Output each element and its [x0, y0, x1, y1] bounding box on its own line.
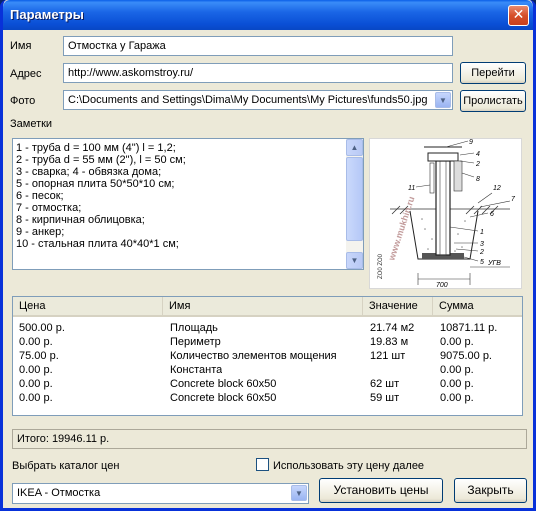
chevron-down-icon[interactable]: ▼ [291, 485, 307, 501]
cell-price: 0.00 р. [19, 392, 53, 404]
cell-name: Количество элементов мощения [170, 350, 337, 362]
drawing-label: 5 [480, 259, 484, 266]
cell-sum: 0.00 р. [440, 378, 474, 390]
cell-value: 121 шт [370, 350, 406, 362]
drawing-label: 11 [408, 185, 415, 192]
notes-line: 2 - труба d = 55 мм (2"), l = 50 см; [16, 154, 186, 166]
notes-textarea[interactable]: 1 - труба d = 100 мм (4") l = 1,2; 2 - тр… [12, 138, 364, 270]
drawing-label: 3 [480, 241, 484, 248]
drawing-label: УГВ [487, 260, 501, 267]
chevron-down-icon[interactable]: ▼ [435, 92, 451, 108]
drawing-label: 2 [475, 161, 480, 168]
notes-line: 10 - стальная плита 40*40*1 см; [16, 238, 179, 250]
catalog-label: Выбрать каталог цен [12, 460, 120, 472]
catalog-select[interactable]: IKEA - Отмостка ▼ [12, 483, 309, 504]
notes-label: Заметки [10, 118, 53, 130]
cell-name: Константа [170, 364, 223, 376]
browse-button[interactable]: Пролистать [460, 90, 526, 112]
close-icon[interactable]: ✕ [508, 5, 529, 26]
drawing-label: 700 [436, 282, 448, 288]
drawing-label: 1 [480, 229, 484, 236]
column-header-name[interactable]: Имя [163, 297, 363, 315]
scroll-up-icon[interactable]: ▲ [346, 139, 363, 156]
photo-path-value: C:\Documents and Settings\Dima\My Docume… [68, 94, 428, 106]
column-header-sum[interactable]: Сумма [433, 297, 522, 315]
table-row[interactable]: 0.00 р. Concrete block 60x50 59 шт 0.00 р. [13, 391, 522, 405]
notes-line: 5 - опорная плита 50*50*10 см; [16, 178, 175, 190]
price-table[interactable]: Цена Имя Значение Сумма 500.00 р. Площадь… [12, 296, 523, 416]
notes-line: 8 - кирпичная облицовка; [16, 214, 145, 226]
scroll-down-icon[interactable]: ▼ [346, 252, 363, 269]
notes-line: 6 - песок; [16, 190, 64, 202]
cell-price: 0.00 р. [19, 336, 53, 348]
cell-name: Concrete block 60x50 [170, 392, 277, 404]
cell-name: Concrete block 60x50 [170, 378, 277, 390]
window-title: Параметры [10, 7, 84, 22]
drawing-label: 12 [493, 185, 501, 192]
table-row[interactable]: 0.00 р. Константа 0.00 р. [13, 363, 522, 377]
cell-name: Площадь [170, 322, 218, 334]
notes-lines: 1 - труба d = 100 мм (4") l = 1,2; 2 - тр… [16, 142, 346, 250]
set-prices-button[interactable]: Установить цены [319, 478, 443, 503]
total-text: Итого: 19946.11 р. [12, 429, 527, 449]
title-bar: Параметры ✕ [3, 0, 533, 30]
use-price-checkbox[interactable] [256, 458, 269, 471]
drawing-label: 2 [479, 249, 484, 256]
parameters-dialog: Параметры ✕ Имя Отмостка у Гаража Адрес … [0, 0, 536, 511]
cell-sum: 9075.00 р. [440, 350, 492, 362]
cell-price: 500.00 р. [19, 322, 65, 334]
address-field[interactable]: http://www.askomstroy.ru/ [63, 63, 453, 83]
cell-name: Периметр [170, 336, 221, 348]
table-row[interactable]: 500.00 р. Площадь 21.74 м2 10871.11 р. [13, 321, 522, 335]
cell-sum: 0.00 р. [440, 336, 474, 348]
table-header: Цена Имя Значение Сумма [13, 297, 522, 317]
table-row[interactable]: 75.00 р. Количество элементов мощения 121 … [13, 349, 522, 363]
drawing-label: 9 [469, 139, 473, 146]
address-label: Адрес [10, 68, 42, 80]
notes-line: 3 - сварка; 4 - обвязка дома; [16, 166, 162, 178]
notes-line: 9 - анкер; [16, 226, 65, 238]
cell-sum: 10871.11 р. [440, 322, 498, 334]
cell-value: 21.74 м2 [370, 322, 415, 334]
drawing-label: 8 [476, 176, 480, 183]
notes-line: 1 - труба d = 100 мм (4") l = 1,2; [16, 142, 176, 154]
notes-scrollbar[interactable]: ▲ ▼ [346, 139, 363, 269]
cell-value: 62 шт [370, 378, 400, 390]
scroll-thumb[interactable] [346, 157, 363, 241]
drawing-label: 7 [511, 196, 516, 203]
notes-line: 7 - отмостка; [16, 202, 82, 214]
table-row[interactable]: 0.00 р. Concrete block 60x50 62 шт 0.00 р. [13, 377, 522, 391]
watermark-text: www.mukhin.ru [386, 195, 416, 262]
cell-value: 19.83 м [370, 336, 409, 348]
cell-sum: 0.00 р. [440, 392, 474, 404]
photo-label: Фото [10, 95, 36, 107]
name-field[interactable]: Отмостка у Гаража [63, 36, 453, 56]
table-row[interactable]: 0.00 р. Периметр 19.83 м 0.00 р. [13, 335, 522, 349]
cell-price: 0.00 р. [19, 364, 53, 376]
cell-price: 75.00 р. [19, 350, 59, 362]
close-button[interactable]: Закрыть [454, 478, 527, 503]
photo-path-combo[interactable]: C:\Documents and Settings\Dima\My Docume… [63, 90, 453, 110]
cell-sum: 0.00 р. [440, 364, 474, 376]
column-header-price[interactable]: Цена [13, 297, 163, 315]
use-price-label[interactable]: Использовать эту цену далее [273, 460, 424, 472]
name-label: Имя [10, 40, 32, 52]
cell-value: 59 шт [370, 392, 400, 404]
stamp-text: ZO0 ZO0 [378, 253, 384, 279]
catalog-selected-value: IKEA - Отмостка [17, 487, 101, 499]
go-button[interactable]: Перейти [460, 62, 526, 84]
foundation-drawing: 9 4 2 8 11 12 7 6 1 3 2 5 УГВ 700 www.mu… [378, 139, 516, 289]
photo-preview: 9 4 2 8 11 12 7 6 1 3 2 5 УГВ 700 www.mu… [369, 138, 522, 289]
drawing-label: 6 [490, 211, 494, 218]
drawing-label: 4 [476, 151, 480, 158]
column-header-value[interactable]: Значение [363, 297, 433, 315]
cell-price: 0.00 р. [19, 378, 53, 390]
